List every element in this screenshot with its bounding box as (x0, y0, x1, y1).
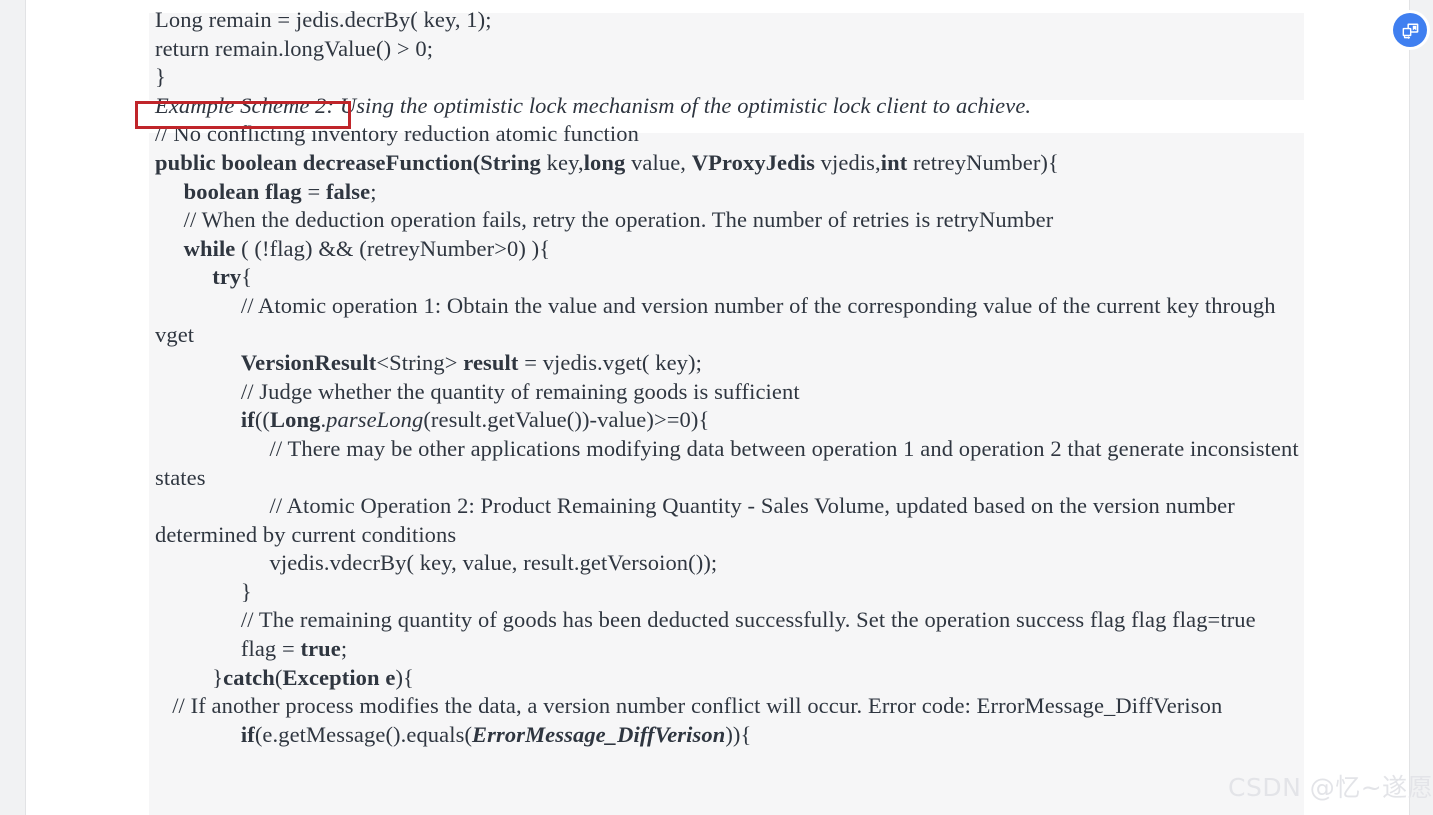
text-run: vjedis, (814, 149, 881, 175)
text-run: parseLong (326, 407, 424, 433)
text-run: <String> (376, 350, 464, 376)
document-page: Long remain = jedis.decrBy( key, 1); retu… (26, 0, 1408, 815)
save-image-button[interactable] (1392, 12, 1428, 48)
text-run: VersionResult (240, 350, 377, 376)
text-run: // If another process modifies the data,… (155, 693, 1223, 719)
text-run: Using the optimistic lock mechanism of t… (334, 92, 1032, 118)
text-run: (result.getValue())-value)>=0){ (423, 407, 710, 433)
text-run: while (183, 235, 236, 261)
text-run: } (155, 64, 166, 90)
document-viewer: Long remain = jedis.decrBy( key, 1); retu… (0, 0, 1433, 815)
text-run: String (480, 149, 541, 175)
code-line: // There may be other applications modif… (155, 435, 1305, 492)
code-line: public boolean decreaseFunction(String k… (155, 149, 1305, 178)
text-run: ; (340, 636, 348, 662)
text-run (155, 236, 184, 261)
text-run: if (240, 407, 255, 433)
text-run: ErrorMessage_DiffVerison (472, 721, 726, 747)
text-run: Example Scheme 2: (155, 92, 335, 118)
text-run: result (463, 350, 519, 376)
text-run: key, (540, 149, 584, 175)
text-run: )){ (725, 721, 752, 747)
csdn-watermark: CSDN @忆~遂愿 (1228, 773, 1433, 802)
code-line: Long remain = jedis.decrBy( key, 1); (155, 6, 1305, 35)
text-run: // Judge whether the quantity of remaini… (155, 378, 800, 404)
code-line: if(e.getMessage().equals(ErrorMessage_Di… (155, 721, 1305, 750)
code-line: Example Scheme 2: Using the optimistic l… (155, 92, 1305, 121)
code-line: return remain.longValue() > 0; (155, 35, 1305, 64)
text-run: // When the deduction operation fails, r… (155, 207, 1054, 233)
text-run: public boolean decreaseFunction( (155, 149, 481, 175)
text-run: try (212, 264, 242, 290)
text-run: = vjedis.vget( key); (518, 350, 702, 376)
text-run: ; (370, 178, 377, 204)
text-run: false (325, 178, 371, 204)
text-run: VProxyJedis (691, 149, 815, 175)
text-run: } (155, 664, 224, 690)
text-run (155, 350, 241, 375)
code-line: // Atomic operation 1: Obtain the value … (155, 292, 1305, 349)
code-line: } (155, 578, 1305, 607)
text-run (155, 264, 212, 289)
right-gutter (1409, 0, 1433, 815)
text-run: // No conflicting inventory reduction at… (155, 121, 639, 147)
text-run: (e.getMessage().equals( (254, 721, 473, 747)
text-run (155, 407, 241, 432)
code-line: if((Long.parseLong(result.getValue())-va… (155, 406, 1305, 435)
text-run: // Atomic Operation 2: Product Remaining… (155, 493, 1241, 547)
text-run: vjedis.vdecrBy( key, value, result.getVe… (155, 550, 718, 576)
code-line: // The remaining quantity of goods has b… (155, 606, 1305, 635)
text-run: boolean flag (183, 178, 302, 204)
code-line: // If another process modifies the data,… (155, 692, 1305, 721)
text-run: { (241, 264, 253, 290)
text-run: // Atomic operation 1: Obtain the value … (155, 292, 1282, 347)
code-line: // Atomic Operation 2: Product Remaining… (155, 492, 1305, 549)
code-line: boolean flag = false; (155, 178, 1305, 207)
text-run: int (880, 149, 908, 175)
code-line: vjedis.vdecrBy( key, value, result.getVe… (155, 549, 1305, 578)
text-run: long (583, 149, 626, 175)
code-line: } (155, 63, 1305, 92)
text-run: (( (254, 407, 271, 433)
save-image-icon (1393, 13, 1427, 47)
text-run: Long (270, 407, 321, 433)
code-line: // When the deduction operation fails, r… (155, 206, 1305, 235)
code-line: while ( (!flag) && (retreyNumber>0) ){ (155, 235, 1305, 264)
text-run: ){ (395, 664, 414, 690)
text-run: // There may be other applications modif… (155, 435, 1305, 490)
text-run: value, (625, 149, 692, 175)
code-line: // Judge whether the quantity of remaini… (155, 378, 1305, 407)
code-line: }catch(Exception e){ (155, 664, 1305, 693)
code-line: flag = true; (155, 635, 1305, 664)
text-run: // The remaining quantity of goods has b… (155, 607, 1256, 633)
document-text-block: Long remain = jedis.decrBy( key, 1); retu… (155, 6, 1305, 749)
text-run: } (155, 578, 252, 604)
text-run (155, 179, 184, 204)
code-line: try{ (155, 263, 1305, 292)
text-run: if (240, 721, 255, 747)
text-run: = (301, 178, 326, 204)
text-run: return remain.longValue() > 0; (155, 35, 434, 61)
text-run: ( (!flag) && (retreyNumber>0) ){ (235, 235, 551, 261)
text-run: true (300, 636, 341, 662)
text-run: retreyNumber){ (907, 149, 1059, 175)
text-run: Long remain = jedis.decrBy( key, 1); (155, 7, 492, 32)
text-run (155, 722, 241, 747)
code-line: VersionResult<String> result = vjedis.vg… (155, 349, 1305, 378)
text-run: Exception e (282, 664, 396, 690)
text-run: catch (223, 664, 275, 690)
code-line: // No conflicting inventory reduction at… (155, 120, 1305, 149)
text-run: flag = (155, 636, 301, 662)
left-gutter (0, 0, 26, 815)
